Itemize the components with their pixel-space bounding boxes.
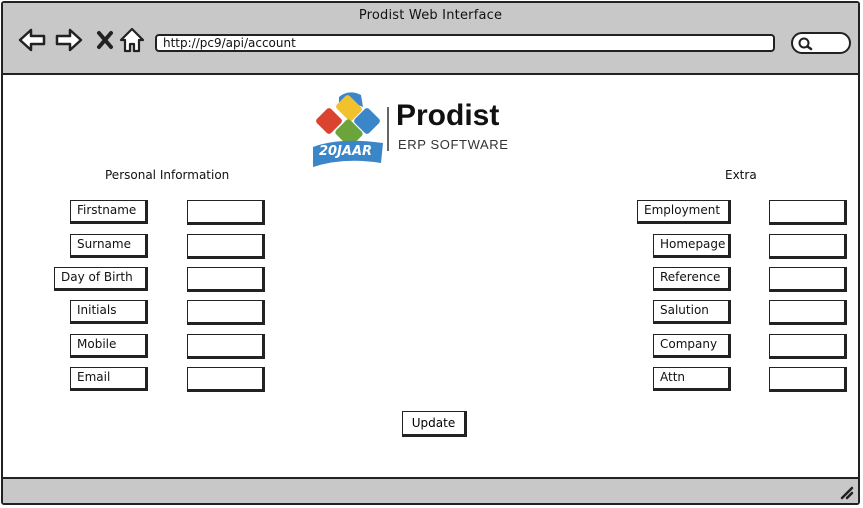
firstname-label: Firstname — [70, 200, 148, 224]
employment-field[interactable] — [769, 200, 847, 225]
mobile-field[interactable] — [187, 334, 265, 359]
surname-field[interactable] — [187, 234, 265, 259]
extra-title: Extra — [725, 168, 757, 182]
email-field[interactable] — [187, 367, 265, 392]
forward-arrow-icon[interactable] — [54, 25, 84, 55]
firstname-field[interactable] — [187, 200, 265, 225]
day-of-birth-label: Day of Birth — [54, 267, 148, 291]
search-box[interactable] — [791, 32, 851, 54]
company-label: Company — [653, 334, 731, 358]
prodist-logo: 20JAAR Prodist ERP SOFTWARE — [309, 89, 514, 169]
salution-field[interactable] — [769, 300, 847, 325]
status-bar — [3, 477, 858, 503]
window-title: Prodist Web Interface — [358, 8, 503, 23]
surname-label: Surname — [70, 234, 148, 258]
mobile-label: Mobile — [70, 334, 148, 358]
day-of-birth-field[interactable] — [187, 267, 265, 292]
address-bar[interactable]: http://pc9/api/account — [155, 34, 775, 52]
logo-brand: Prodist — [396, 99, 500, 132]
homepage-label: Homepage — [653, 234, 731, 258]
personal-info-title: Personal Information — [105, 168, 230, 182]
browser-window: Prodist Web Interface http://pc9/api/acc… — [1, 1, 860, 505]
email-label: Email — [70, 367, 148, 391]
company-field[interactable] — [769, 334, 847, 359]
home-icon[interactable] — [117, 25, 147, 55]
initials-field[interactable] — [187, 300, 265, 325]
initials-label: Initials — [70, 300, 148, 324]
back-arrow-icon[interactable] — [17, 25, 47, 55]
resize-grip-icon[interactable] — [838, 484, 854, 500]
reference-label: Reference — [653, 267, 731, 291]
attn-field[interactable] — [769, 367, 847, 392]
update-button[interactable]: Update — [402, 411, 467, 437]
attn-label: Attn — [653, 367, 731, 391]
homepage-field[interactable] — [769, 234, 847, 259]
reference-field[interactable] — [769, 267, 847, 292]
logo-badge: 20JAAR — [319, 144, 373, 159]
browser-titlebar: Prodist Web Interface http://pc9/api/acc… — [3, 3, 858, 75]
logo-tagline: ERP SOFTWARE — [398, 137, 509, 152]
salution-label: Salution — [653, 300, 731, 324]
search-icon — [798, 37, 813, 51]
employment-label: Employment — [637, 200, 731, 224]
